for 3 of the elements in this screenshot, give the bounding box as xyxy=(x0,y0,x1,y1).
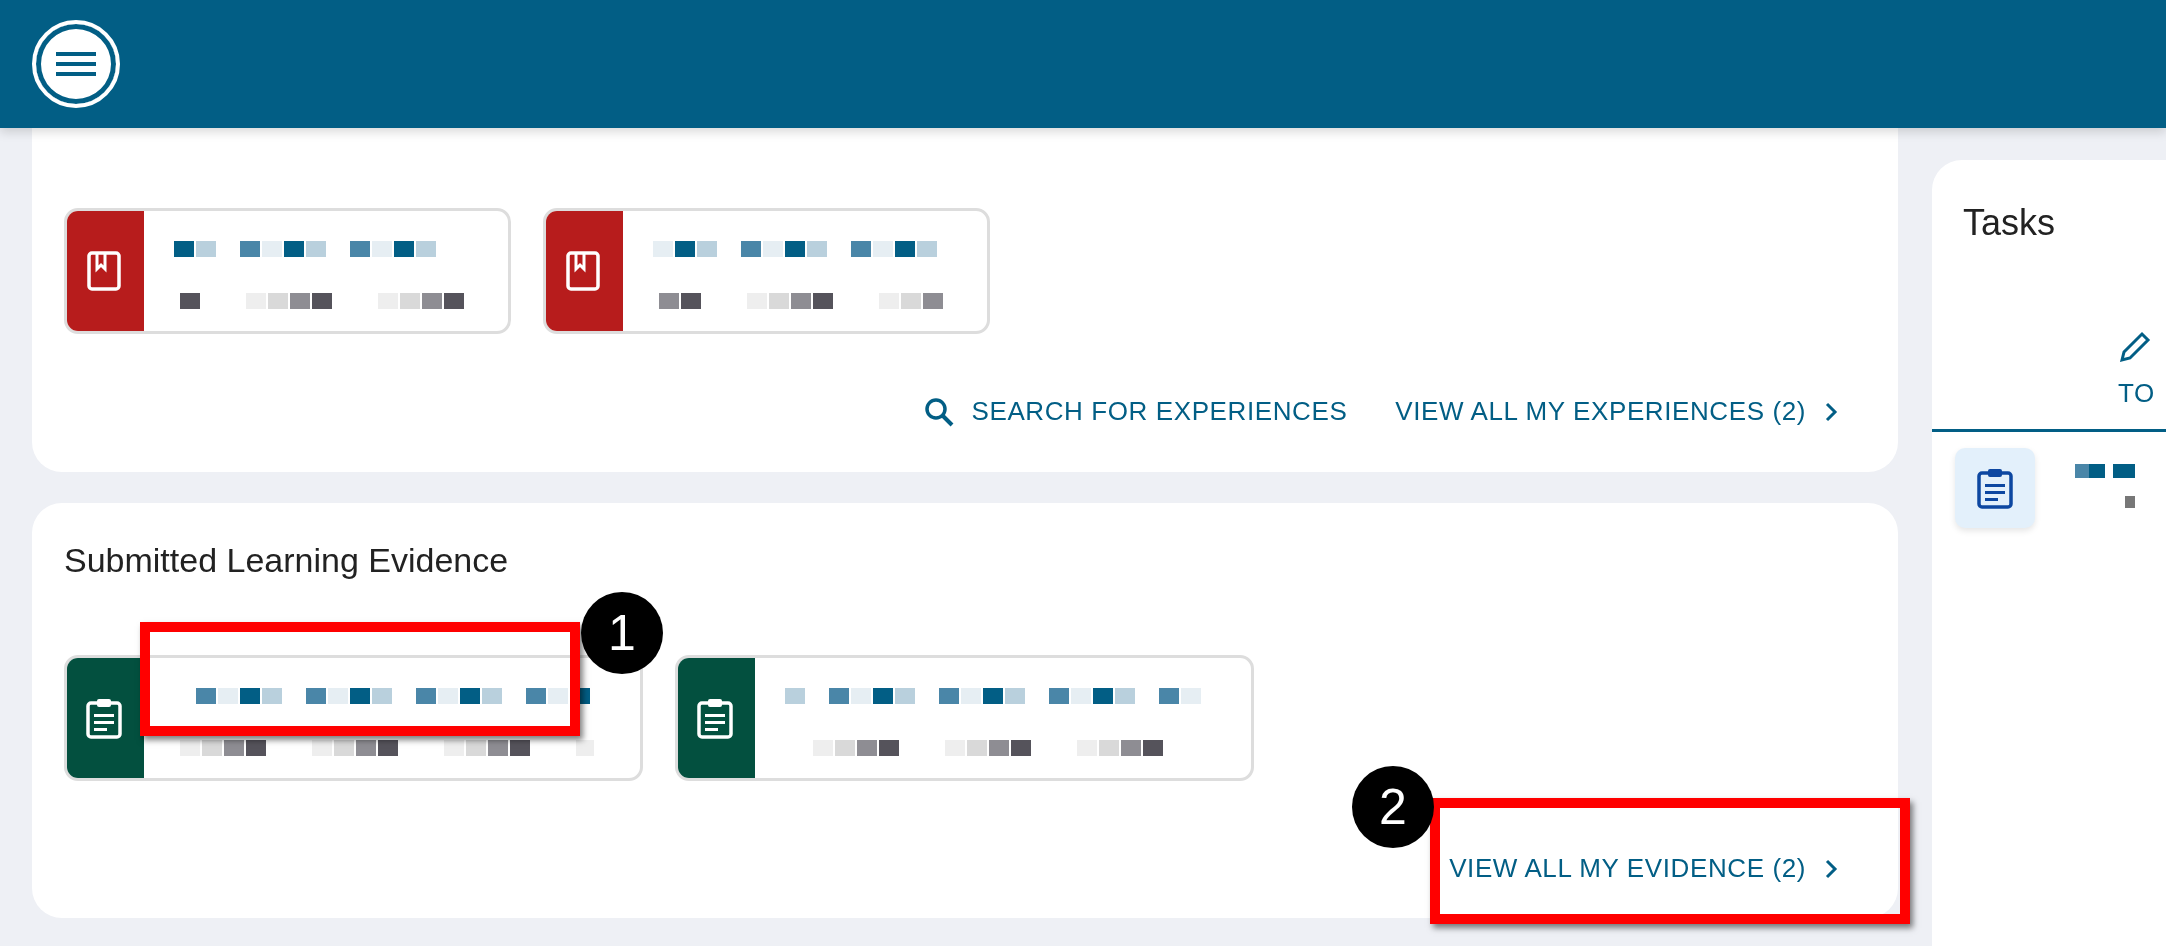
panel-title: Tasks xyxy=(1962,201,2057,245)
tab[interactable]: TO xyxy=(2118,282,2155,429)
section-title: Submitted Learning Evidence xyxy=(64,541,510,581)
